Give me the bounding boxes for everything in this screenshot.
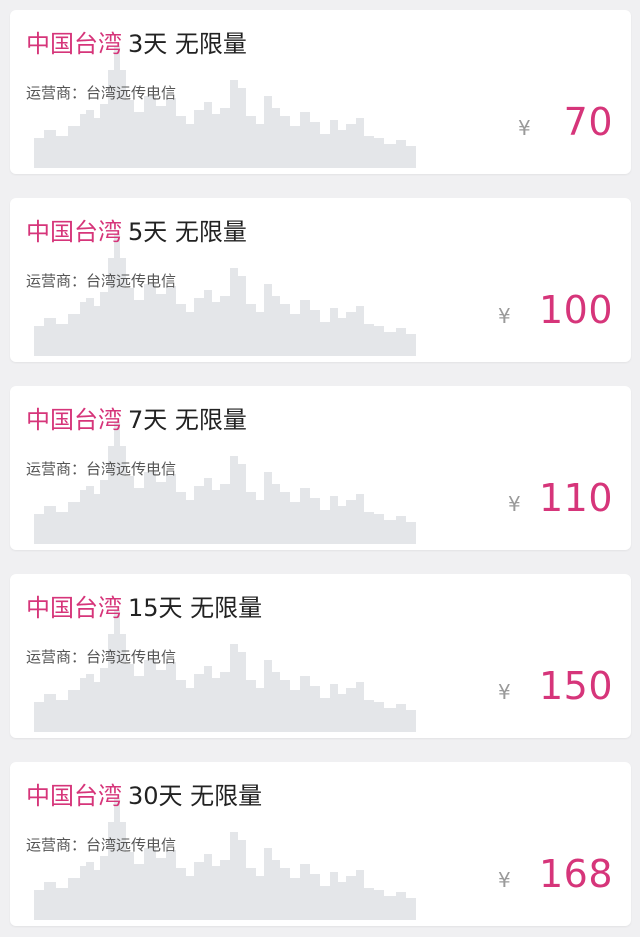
plan-price: 100 [538,288,613,332]
plan-card[interactable]: 中国台湾 15天 无限量 运营商：台湾远传电信 ¥ 150 [10,574,631,738]
currency-symbol: ¥ [518,116,531,140]
currency-symbol: ¥ [498,868,511,892]
plan-region: 中国台湾 [26,406,122,434]
plan-region: 中国台湾 [26,30,122,58]
plan-list: 中国台湾 3天 无限量 运营商：台湾远传电信 ¥ 70 中国台湾 5天 无限量 运营… [0,0,640,937]
plan-region: 中国台湾 [26,218,122,246]
plan-operator: 运营商：台湾远传电信 [26,272,177,290]
plan-card[interactable]: 中国台湾 5天 无限量 运营商：台湾远传电信 ¥ 100 [10,198,631,362]
plan-price: 168 [538,852,613,896]
plan-price: 70 [563,100,613,144]
plan-card[interactable]: 中国台湾 7天 无限量 运营商：台湾远传电信 ¥ 110 [10,386,631,550]
plan-price: 150 [538,664,613,708]
plan-spec: 7天 无限量 [128,406,247,434]
plan-title: 中国台湾 3天 无限量 [26,28,247,60]
plan-spec: 30天 无限量 [128,782,263,810]
currency-symbol: ¥ [508,492,521,516]
plan-region: 中国台湾 [26,782,122,810]
plan-title: 中国台湾 5天 无限量 [26,216,247,248]
plan-title: 中国台湾 7天 无限量 [26,404,247,436]
plan-region: 中国台湾 [26,594,122,622]
plan-operator: 运营商：台湾远传电信 [26,836,177,854]
plan-spec: 5天 无限量 [128,218,247,246]
plan-operator: 运营商：台湾远传电信 [26,84,177,102]
plan-price: 110 [538,476,613,520]
plan-spec: 15天 无限量 [128,594,263,622]
plan-operator: 运营商：台湾远传电信 [26,648,177,666]
plan-card[interactable]: 中国台湾 30天 无限量 运营商：台湾远传电信 ¥ 168 [10,762,631,926]
plan-operator: 运营商：台湾远传电信 [26,460,177,478]
plan-title: 中国台湾 30天 无限量 [26,780,262,812]
plan-spec: 3天 无限量 [128,30,247,58]
currency-symbol: ¥ [498,304,511,328]
currency-symbol: ¥ [498,680,511,704]
plan-title: 中国台湾 15天 无限量 [26,592,262,624]
plan-card[interactable]: 中国台湾 3天 无限量 运营商：台湾远传电信 ¥ 70 [10,10,631,174]
